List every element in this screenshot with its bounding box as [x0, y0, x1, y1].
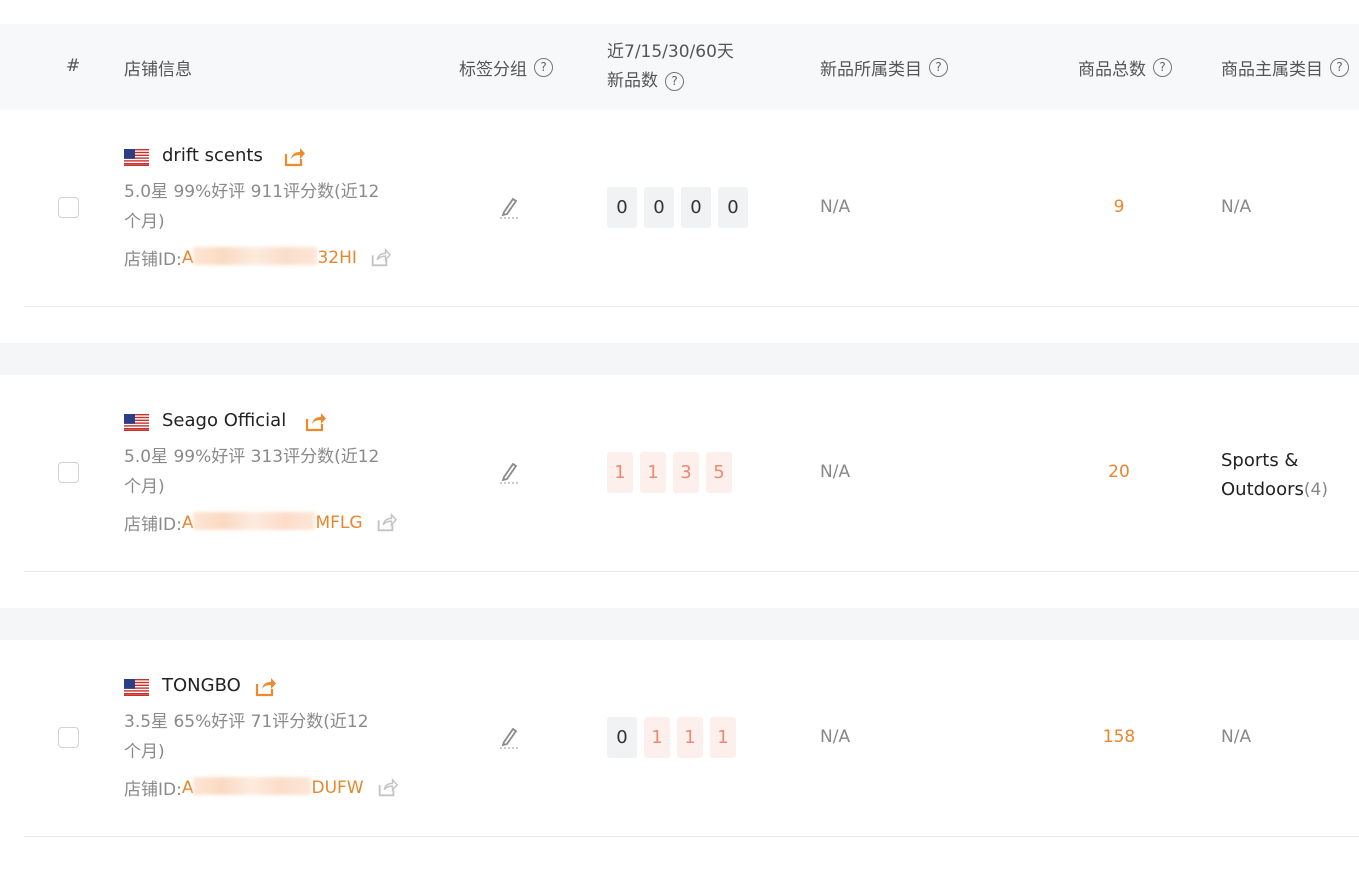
main-category-line1: Sports &	[1221, 450, 1299, 471]
total-products[interactable]: 158	[1079, 727, 1159, 747]
redacted-blur	[193, 247, 318, 265]
new-count-60d[interactable]: 1	[710, 717, 736, 758]
store-id-suffix: 32HI	[317, 247, 357, 268]
new-count-15d[interactable]: 0	[644, 187, 674, 228]
store-id-label: 店铺ID:	[124, 250, 182, 270]
store-id-prefix: A	[181, 247, 194, 268]
external-link-icon[interactable]	[303, 410, 327, 434]
store-id-value[interactable]: A 32HI	[181, 247, 357, 268]
row-separator	[0, 343, 1359, 375]
store-rating: 3.5星 65%好评 71评分数(近12 个月)	[124, 707, 414, 767]
new-count-boxes: 0 0 0 0	[607, 187, 748, 228]
new-count-60d[interactable]: 5	[706, 452, 732, 493]
col-new-category: 新品所属类目 ?	[820, 55, 948, 80]
new-count-7d[interactable]: 1	[607, 452, 633, 493]
row-checkbox[interactable]	[58, 727, 79, 748]
redacted-blur	[193, 777, 312, 795]
main-category[interactable]: Sports & Outdoors(4)	[1221, 446, 1328, 505]
new-count-15d[interactable]: 1	[640, 452, 666, 493]
row-checkbox[interactable]	[58, 197, 79, 218]
new-category: N/A	[820, 727, 851, 747]
store-name[interactable]: Seago Official	[162, 410, 286, 431]
store-rating-line: 个月)	[124, 477, 165, 497]
help-icon[interactable]: ?	[1153, 58, 1172, 77]
row-divider	[24, 836, 1359, 837]
external-link-icon[interactable]	[376, 777, 398, 799]
store-rating: 5.0星 99%好评 313评分数(近12 个月)	[124, 442, 414, 502]
main-category: N/A	[1221, 727, 1252, 747]
help-icon[interactable]: ?	[1330, 58, 1349, 77]
store-id-prefix: A	[181, 777, 194, 798]
col-new-count: 近7/15/30/60天 新品数 ?	[607, 38, 734, 96]
new-count-7d[interactable]: 0	[607, 717, 637, 758]
col-new-count-line1: 近7/15/30/60天	[607, 42, 734, 62]
new-category: N/A	[820, 197, 851, 217]
main-category: N/A	[1221, 197, 1252, 217]
new-count-15d[interactable]: 1	[644, 717, 670, 758]
store-name[interactable]: drift scents	[162, 145, 263, 166]
col-total-products-label: 商品总数	[1078, 60, 1146, 80]
col-index: #	[66, 56, 81, 76]
new-count-boxes: 0 1 1 1	[607, 717, 736, 758]
store-rating-line: 3.5星 65%好评 71评分数(近12	[124, 712, 369, 732]
pencil-icon[interactable]	[499, 195, 521, 219]
col-total-products: 商品总数 ?	[1078, 55, 1172, 80]
row-separator	[0, 608, 1359, 640]
store-rating-line: 5.0星 99%好评 313评分数(近12	[124, 447, 380, 467]
store-id-suffix: DUFW	[311, 777, 364, 798]
store-id: 店铺ID: A 32HI	[124, 245, 391, 270]
us-flag-icon	[124, 414, 149, 431]
total-products[interactable]: 9	[1079, 197, 1159, 217]
store-id-value[interactable]: A DUFW	[181, 777, 364, 798]
external-link-icon[interactable]	[253, 675, 277, 699]
help-icon[interactable]: ?	[929, 58, 948, 77]
row-checkbox[interactable]	[58, 462, 79, 483]
col-tag-group: 标签分组 ?	[459, 55, 553, 80]
store-name[interactable]: TONGBO	[162, 675, 241, 696]
pencil-icon[interactable]	[499, 460, 521, 484]
pencil-icon[interactable]	[499, 725, 521, 749]
new-count-30d[interactable]: 1	[677, 717, 703, 758]
col-tag-group-label: 标签分组	[459, 60, 527, 80]
col-main-category-label: 商品主属类目	[1221, 60, 1323, 80]
store-id-prefix: A	[181, 512, 194, 533]
col-main-category: 商品主属类目 ?	[1221, 55, 1349, 80]
store-id-label: 店铺ID:	[124, 780, 182, 800]
col-store-info: 店铺信息	[124, 60, 192, 80]
store-id-label: 店铺ID:	[124, 515, 182, 535]
new-count-30d[interactable]: 3	[673, 452, 699, 493]
col-new-category-label: 新品所属类目	[820, 60, 922, 80]
store-rating: 5.0星 99%好评 911评分数(近12 个月)	[124, 177, 414, 237]
us-flag-icon	[124, 149, 149, 166]
new-count-7d[interactable]: 0	[607, 187, 637, 228]
store-id: 店铺ID: A MFLG	[124, 510, 397, 535]
main-category-count: (4)	[1303, 480, 1328, 500]
redacted-blur	[193, 512, 316, 530]
row-divider	[24, 571, 1359, 572]
external-link-icon[interactable]	[369, 247, 391, 269]
store-rating-line: 个月)	[124, 212, 165, 232]
external-link-icon[interactable]	[375, 512, 397, 534]
new-count-60d[interactable]: 0	[718, 187, 748, 228]
store-rating-line: 5.0星 99%好评 911评分数(近12	[124, 182, 380, 202]
table-header: # 店铺信息 标签分组 ? 近7/15/30/60天 新品数 ? 新品所属类目 …	[0, 24, 1359, 110]
col-new-count-line2: 新品数	[607, 71, 658, 91]
help-icon[interactable]: ?	[665, 72, 684, 91]
row-divider	[24, 306, 1359, 307]
store-id-suffix: MFLG	[315, 512, 363, 533]
external-link-icon[interactable]	[282, 145, 306, 169]
new-count-boxes: 1 1 3 5	[607, 452, 732, 493]
new-count-30d[interactable]: 0	[681, 187, 711, 228]
new-category: N/A	[820, 462, 851, 482]
store-id-value[interactable]: A MFLG	[181, 512, 363, 533]
store-rating-line: 个月)	[124, 742, 165, 762]
total-products[interactable]: 20	[1079, 462, 1159, 482]
help-icon[interactable]: ?	[534, 58, 553, 77]
store-id: 店铺ID: A DUFW	[124, 775, 398, 800]
us-flag-icon	[124, 679, 149, 696]
main-category-line2: Outdoors	[1221, 479, 1304, 500]
